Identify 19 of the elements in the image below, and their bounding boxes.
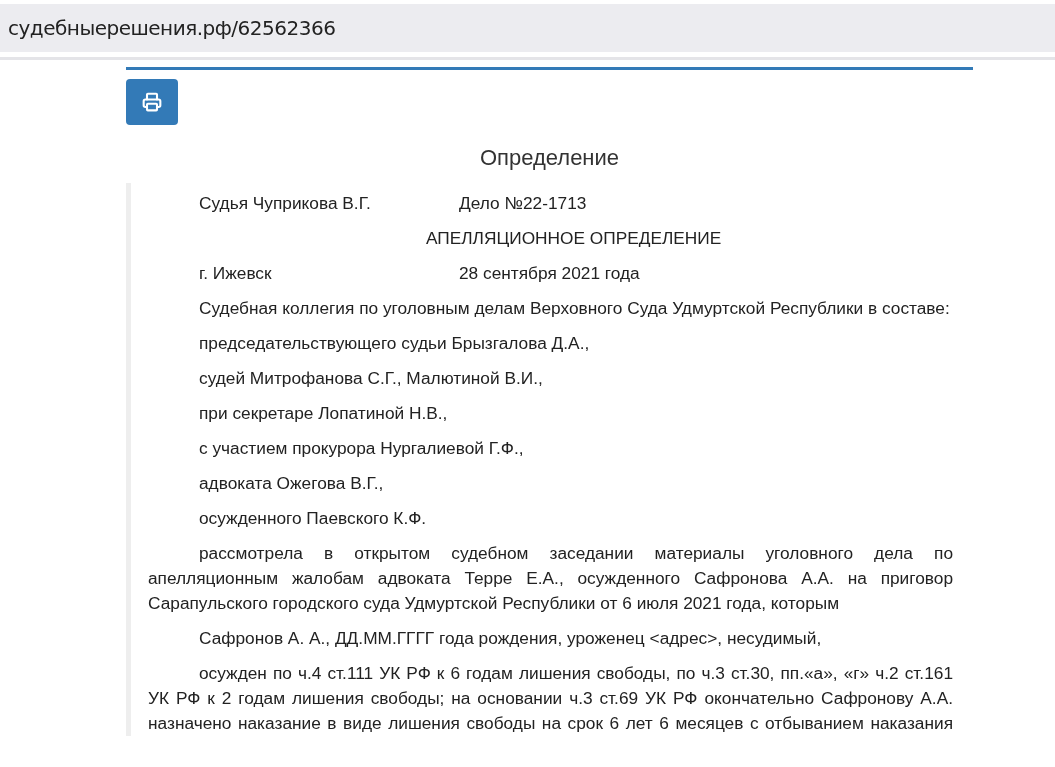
document-paragraph: осужденного Паевского К.Ф. <box>198 507 428 530</box>
document-paragraph: председательствующего судьи Брызгалова Д.А., <box>198 332 591 355</box>
printer-icon <box>142 92 162 112</box>
document-paragraph: судей Митрофанова С.Г., Малютиной В.И., <box>198 367 544 390</box>
document-title: АПЕЛЛЯЦИОННОЕ ОПРЕДЕЛЕНИЕ <box>426 227 722 250</box>
document-paragraph: осужден по ч.4 ст.111 УК РФ к 6 годам лишения свободы, по ч.3 ст.30, пп.«а», «г» ч.2 ст.161 УК РФ к 2 годам лишения свободы; на основании ч.3 ст.69 УК РФ окончательно Сафронову А.А. назначено наказание в виде лишения свободы на срок 6 лет 6 месяцев с отбыванием наказания <box>148 662 953 735</box>
document-paragraph: рассмотрела в открытом судебном заседании материалы уголовного дела по апелляционным жалобам адвоката Терре Е.А., осужденного Сафронова А.А. на приговор Сарапульского городского суда Удмуртской Республики от 6 июля 2021 года, которым <box>148 542 953 615</box>
document-text: Дело №22-1713 <box>459 192 587 215</box>
document-paragraph: Сафронов А. А., ДД.ММ.ГГГГ года рождения, уроженец <адрес>, несудимый, <box>198 627 823 650</box>
document-text: Судья Чуприкова В.Г. <box>199 192 372 215</box>
document-text: г. Ижевск <box>199 262 273 285</box>
document-paragraph: Судебная коллегия по уголовным делам Верховного Суда Удмуртской Республики в составе: <box>198 297 951 320</box>
page-heading: Определение <box>479 144 620 172</box>
document-paragraph: адвоката Ожегова В.Г., <box>198 472 385 495</box>
address-bar[interactable]: судебныерешения.рф/62562366 <box>0 4 1055 52</box>
print-button[interactable] <box>126 79 178 125</box>
document-text: 28 сентября 2021 года <box>459 262 640 285</box>
document-paragraph: с участием прокурора Нургалиевой Г.Ф., <box>198 437 525 460</box>
document-paragraph: при секретаре Лопатиной Н.В., <box>198 402 449 425</box>
